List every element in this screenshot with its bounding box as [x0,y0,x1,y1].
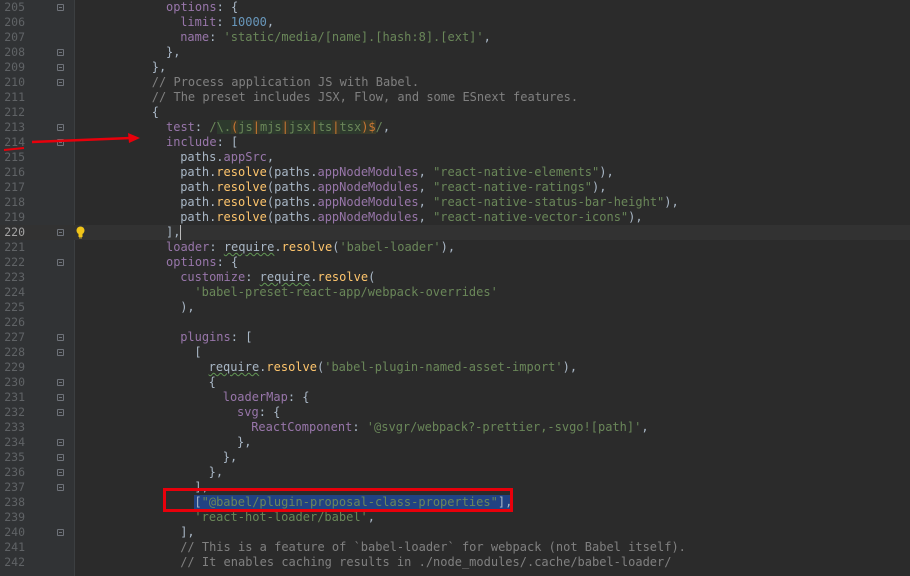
red-arrow-annotation [3,133,140,151]
code-editor[interactable]: 205 options: {206 limit: 10000, 207 name: 's… [0,0,910,576]
